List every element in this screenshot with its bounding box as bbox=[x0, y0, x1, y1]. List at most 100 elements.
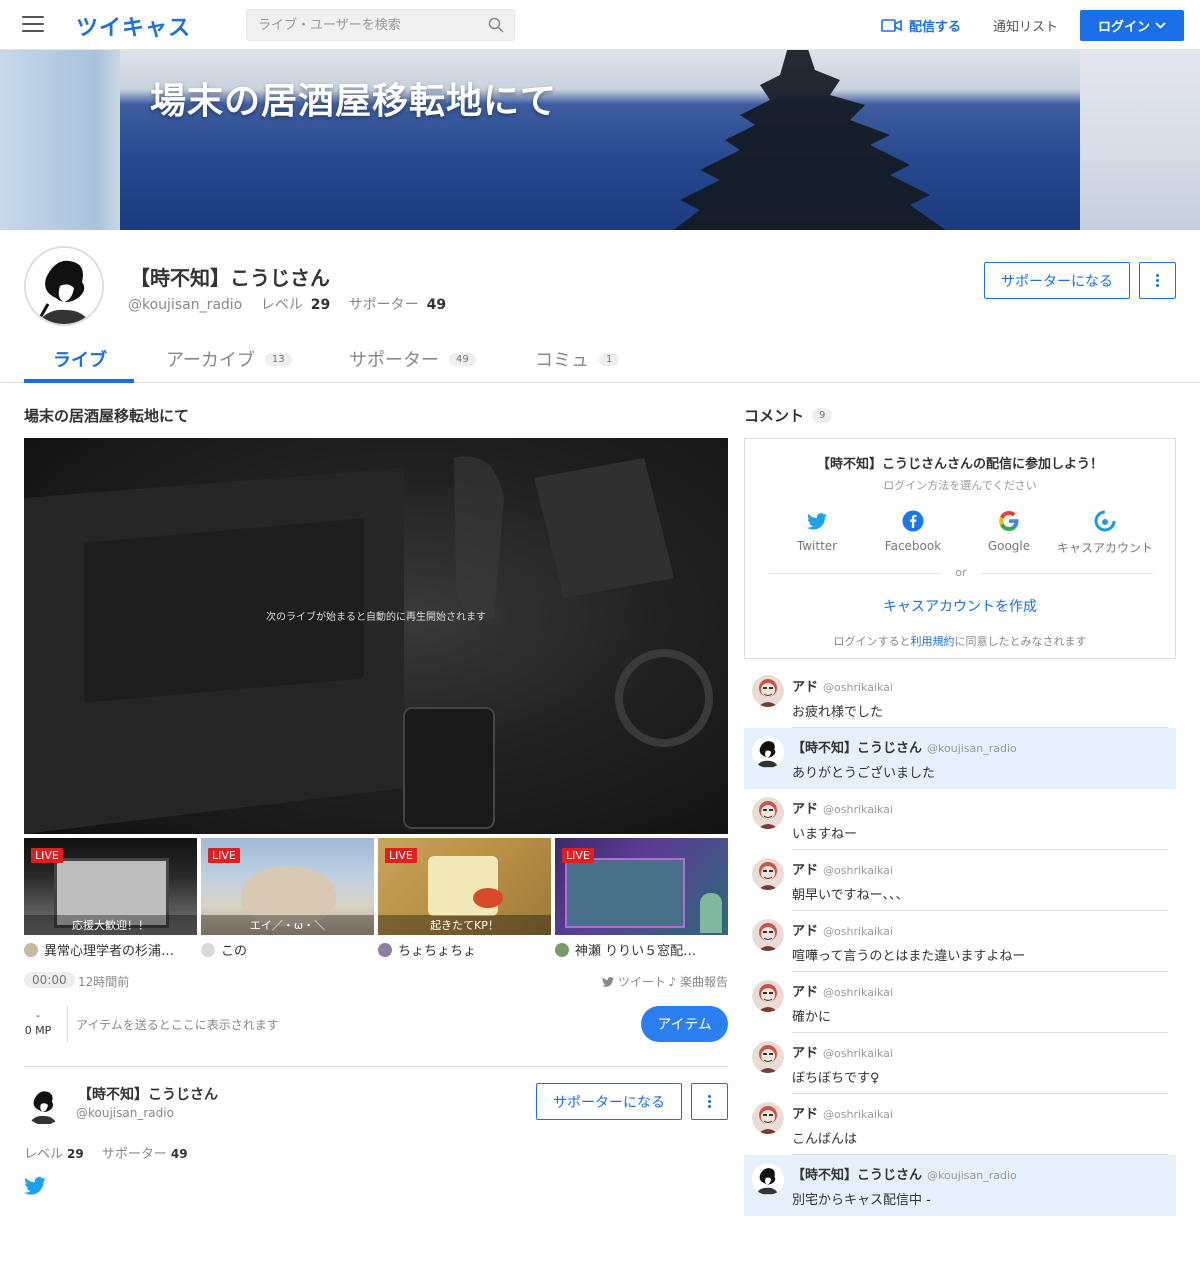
login-button[interactable]: ログイン bbox=[1080, 10, 1184, 41]
bio-more-options-button[interactable] bbox=[691, 1083, 728, 1120]
more-options-button[interactable] bbox=[1139, 262, 1176, 299]
commenter-name: アド @oshrikaikai bbox=[792, 676, 893, 695]
video-player[interactable]: 次のライブが始まると自動的に再生開始されます bbox=[24, 438, 728, 834]
started-ago: 12時間前 bbox=[78, 975, 130, 989]
comment-item[interactable]: アド @oshrikaikai 喧嘩って言うのとはまた違いますよねー bbox=[744, 911, 1176, 972]
twitter-icon[interactable] bbox=[24, 1177, 46, 1195]
commenter-display-name: アド bbox=[792, 1107, 819, 1122]
comment-item[interactable]: アド @oshrikaikai 確かに bbox=[744, 972, 1176, 1033]
commenter-handle: @koujisan_radio bbox=[927, 742, 1017, 755]
commenter-avatar[interactable] bbox=[752, 858, 784, 890]
notification-list-link[interactable]: 通知リスト bbox=[993, 16, 1058, 35]
comment-item[interactable]: アド @oshrikaikai いますねー bbox=[744, 789, 1176, 850]
thumb-caption: エイ／・ω・＼ bbox=[201, 915, 374, 935]
commenter-avatar[interactable] bbox=[752, 1102, 784, 1134]
commenter-handle: @oshrikaikai bbox=[823, 1047, 893, 1060]
comment-item[interactable]: アド @oshrikaikai お疲れ様でした bbox=[744, 667, 1176, 728]
login-prompt-subtitle: ログイン方法を選んでください bbox=[883, 479, 1037, 492]
comment-item[interactable]: アド @oshrikaikai 朝早いですねー、、、 bbox=[744, 850, 1176, 911]
comments-title: コメント 9 bbox=[744, 405, 833, 426]
comments-title-label: コメント bbox=[744, 407, 805, 425]
tab-live[interactable]: ライブ bbox=[53, 346, 107, 372]
player-message: 次のライブが始まると自動的に再生開始されます bbox=[266, 612, 486, 623]
tab-live-label: ライブ bbox=[53, 350, 107, 371]
bio-meta: レベル 29 サポーター 49 bbox=[24, 1143, 202, 1162]
terms-link[interactable]: 利用規約 bbox=[911, 635, 955, 648]
commenter-display-name: 【時不知】こうじさん bbox=[792, 1168, 923, 1183]
commenter-avatar[interactable] bbox=[752, 919, 784, 951]
level-label: レベル bbox=[260, 297, 303, 313]
commenter-name: アド @oshrikaikai bbox=[792, 1042, 893, 1061]
tab-supporters[interactable]: サポーター 49 bbox=[349, 346, 476, 372]
vertical-dots-icon bbox=[708, 1093, 711, 1110]
commenter-avatar[interactable] bbox=[752, 675, 784, 707]
level-value: 29 bbox=[310, 297, 331, 313]
twitter-login-button[interactable]: Twitter bbox=[769, 509, 865, 553]
song-report-link[interactable]: ♪ 楽曲報告 bbox=[669, 973, 729, 990]
bio-avatar bbox=[24, 1085, 64, 1125]
comment-text: 確かに bbox=[792, 1010, 832, 1025]
comment-item[interactable]: 【時不知】こうじさん @koujisan_radio 別宅からキャス配信中 - bbox=[744, 1155, 1176, 1216]
item-button[interactable]: アイテム bbox=[641, 1006, 728, 1042]
bio-become-supporter-button[interactable]: サポーターになる bbox=[536, 1083, 682, 1120]
streamer-avatar bbox=[378, 942, 392, 957]
comment-item[interactable]: アド @oshrikaikai こんばんは bbox=[744, 1094, 1176, 1155]
broadcast-link[interactable]: 配信する bbox=[881, 16, 961, 35]
thumb-streamer: 神瀬 りりい５窓配… bbox=[555, 940, 728, 959]
bio-level-label: レベル bbox=[24, 1147, 64, 1162]
facebook-login-button[interactable]: Facebook bbox=[865, 509, 961, 553]
commenter-avatar[interactable] bbox=[752, 1041, 784, 1073]
comment-text: ぼちぼちです♀ bbox=[792, 1071, 880, 1086]
create-account-link[interactable]: キャスアカウントを作成 bbox=[745, 596, 1175, 616]
live-info-row: 00:00 12時間前 ツイート ♪ 楽曲報告 bbox=[24, 972, 728, 990]
commenter-name: アド @oshrikaikai bbox=[792, 798, 893, 817]
comment-list: アド @oshrikaikai お疲れ様でした 【時不知】こうじさん @koujisan… bbox=[744, 667, 1176, 1216]
thumb-streamer: 異常心理学者の杉浦… bbox=[24, 940, 197, 959]
become-supporter-button[interactable]: サポーターになる bbox=[984, 262, 1130, 299]
tab-archive[interactable]: アーカイブ 13 bbox=[166, 346, 292, 372]
tweet-link[interactable]: ツイート bbox=[601, 973, 666, 990]
comment-item[interactable]: アド @oshrikaikai ぼちぼちです♀ bbox=[744, 1033, 1176, 1094]
comment-item[interactable]: 【時不知】こうじさん @koujisan_radio ありがとうございました bbox=[744, 728, 1176, 789]
login-providers: Twitter Facebook Google キャスアカウント bbox=[769, 509, 1153, 559]
tab-supporters-label: サポーター bbox=[349, 350, 439, 371]
commenter-avatar[interactable] bbox=[752, 797, 784, 829]
live-thumb[interactable]: LIVE 神瀬 りりい５窓配… bbox=[555, 838, 728, 959]
live-thumb[interactable]: LIVE 応援大歓迎！！ 異常心理学者の杉浦… bbox=[24, 838, 197, 959]
comment-text: こんばんは bbox=[792, 1132, 858, 1147]
live-thumb[interactable]: LIVE 起きたてKP！ ちょちょちょ bbox=[378, 838, 551, 959]
profile-banner: 場末の居酒屋移転地にて bbox=[0, 50, 1200, 230]
cas-account-login-button[interactable]: キャスアカウント bbox=[1057, 509, 1153, 556]
tab-community[interactable]: コミュ 1 bbox=[535, 346, 620, 372]
elapsed-time: 00:00 bbox=[24, 972, 75, 988]
commenter-name: アド @oshrikaikai bbox=[792, 859, 893, 878]
streamer-name: ちょちょちょ bbox=[398, 944, 477, 959]
streamer-avatar bbox=[555, 942, 569, 957]
live-thumb[interactable]: LIVE エイ／・ω・＼ この bbox=[201, 838, 374, 959]
commenter-avatar[interactable] bbox=[752, 1163, 784, 1195]
search-icon[interactable] bbox=[488, 17, 504, 33]
or-separator: or bbox=[941, 566, 981, 579]
hamburger-menu-icon[interactable] bbox=[22, 16, 44, 34]
music-note-icon: ♪ bbox=[668, 975, 680, 989]
cas-account-login-label: キャスアカウント bbox=[1057, 541, 1154, 555]
commenter-display-name: アド bbox=[792, 863, 819, 878]
commenter-avatar[interactable] bbox=[752, 980, 784, 1012]
commenter-avatar[interactable] bbox=[752, 736, 784, 768]
search-input[interactable] bbox=[247, 10, 477, 40]
google-login-button[interactable]: Google bbox=[961, 509, 1057, 553]
commenter-handle: @oshrikaikai bbox=[823, 1108, 893, 1121]
broadcast-label: 配信する bbox=[909, 20, 962, 35]
search-box[interactable] bbox=[246, 9, 515, 41]
thumb-streamer: ちょちょちょ bbox=[378, 940, 551, 959]
profile-name: 【時不知】こうじさん bbox=[130, 266, 330, 290]
divider bbox=[24, 1066, 728, 1067]
commenter-name: 【時不知】こうじさん @koujisan_radio bbox=[792, 737, 1017, 756]
twitcasting-logo[interactable]: ツイキャス bbox=[76, 10, 191, 42]
live-badge: LIVE bbox=[562, 848, 594, 863]
tab-community-count: 1 bbox=[599, 352, 620, 366]
live-badge: LIVE bbox=[208, 848, 240, 863]
commenter-handle: @oshrikaikai bbox=[823, 986, 893, 999]
divider bbox=[67, 1006, 68, 1042]
twitter-icon bbox=[601, 976, 614, 987]
